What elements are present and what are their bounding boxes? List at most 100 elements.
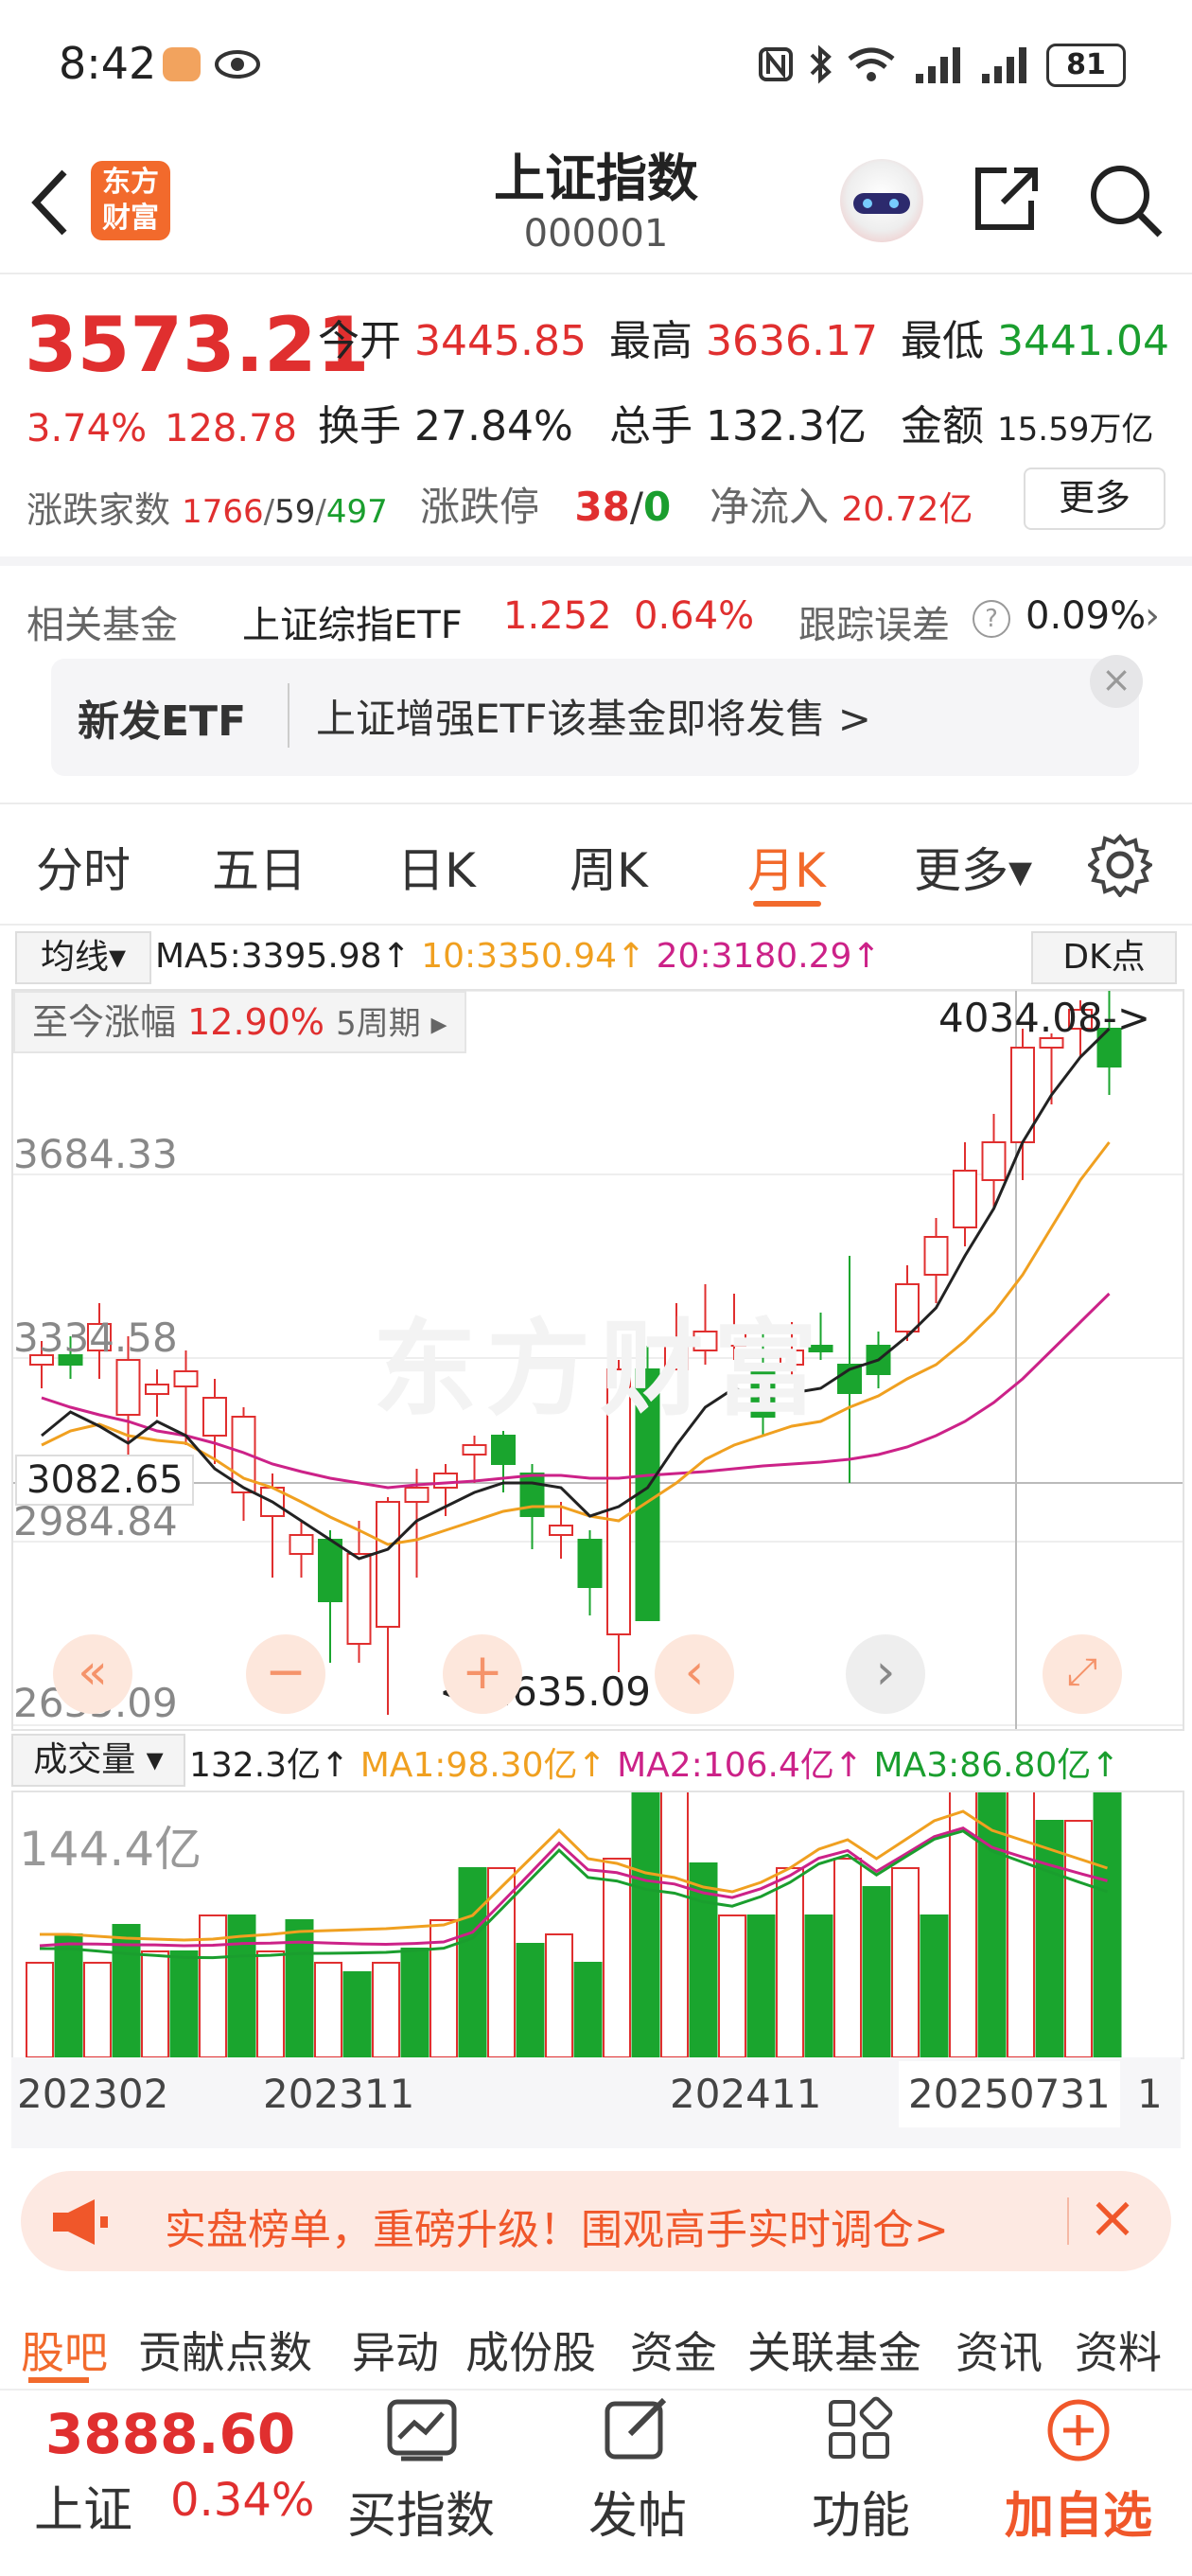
buy-index-icon[interactable] [384, 2396, 460, 2462]
kline-chart[interactable]: 东方财富 至今涨幅 12.90% 5周期 ▸ 3684.33 3334.58 2… [11, 989, 1184, 1731]
volume-bar [199, 1914, 227, 2057]
message-icon [163, 47, 201, 81]
bottom-index-name: 上证 [34, 2482, 133, 2539]
stat-label: 今开 [318, 317, 401, 365]
subtab-0[interactable]: 股吧 [21, 2319, 108, 2381]
volume-bar [141, 1950, 169, 2057]
stat-value: 3441.04 [997, 317, 1169, 365]
tab-1[interactable]: 五日 [212, 833, 307, 901]
zoom-out-icon[interactable]: − [246, 1634, 325, 1714]
stat-label: 金额 [901, 402, 984, 450]
section-gap [0, 556, 1192, 566]
net-inflow: 净流入 20.72亿 [710, 475, 973, 533]
banner-divider [288, 683, 289, 748]
assistant-avatar-icon[interactable] [840, 159, 923, 242]
subtab-4[interactable]: 资金 [630, 2319, 717, 2381]
promo-divider [1067, 2197, 1069, 2245]
x-axis: 202302 202311 202411 20250731 1 [11, 2057, 1181, 2148]
share-icon[interactable] [969, 161, 1041, 237]
y-label-1: 3684.33 [13, 1131, 178, 1177]
zoom-in-icon[interactable]: + [443, 1634, 522, 1714]
volume-bar [372, 1962, 400, 2057]
candle-body [433, 1473, 458, 1489]
banner-text: 上证增强ETF该基金即将发售 > [316, 696, 871, 742]
subtab-1[interactable]: 贡献点数 [138, 2319, 312, 2381]
candle-body [145, 1384, 169, 1395]
since-change-box[interactable]: 至今涨幅 12.90% 5周期 ▸ [13, 991, 466, 1053]
subtab-3[interactable]: 成份股 [465, 2319, 596, 2381]
volume-selector[interactable]: 成交量 ▾ [11, 1734, 185, 1787]
tab-4[interactable]: 月K [747, 833, 826, 901]
search-icon[interactable] [1086, 161, 1166, 240]
settings-gear-icon[interactable] [1088, 833, 1152, 897]
volume-bar [54, 1933, 83, 2057]
battery-icon: 81 [1046, 44, 1126, 87]
change-abs: 128.78 [165, 407, 297, 450]
subtab-2[interactable]: 异动 [352, 2319, 439, 2381]
fund-pct: 0.64% [634, 594, 755, 638]
new-fund-banner[interactable]: 新发ETF 上证增强ETF该基金即将发售 > × [51, 655, 1143, 776]
volume-bar [458, 1867, 487, 2057]
subtab-7[interactable]: 资料 [1075, 2319, 1162, 2381]
candle-body [923, 1236, 949, 1276]
promo-close-icon[interactable]: × [1088, 2182, 1137, 2251]
add-watchlist-icon[interactable] [1044, 2396, 1113, 2464]
megaphone-icon [53, 2199, 108, 2245]
zoom-far-left-icon[interactable]: « [53, 1634, 132, 1714]
help-icon[interactable]: ? [973, 600, 1010, 638]
wifi-icon [848, 47, 895, 81]
tab-0[interactable]: 分时 [36, 833, 131, 901]
volume-bar [1007, 1792, 1035, 2057]
promo-banner[interactable]: 实盘榜单，重磅升级！围观高手实时调仓> × [21, 2171, 1171, 2271]
stat-high: 最高 3636.17 [609, 307, 878, 367]
post-button[interactable]: 发帖 [562, 2476, 713, 2547]
scroll-right-icon[interactable]: › [846, 1634, 925, 1714]
ma-selector[interactable]: 均线▾ [15, 931, 151, 984]
since-value: 12.90% [187, 1001, 325, 1043]
scroll-left-icon[interactable]: ‹ [655, 1634, 734, 1714]
candle-body [462, 1444, 487, 1456]
ma5-value: MA5:3395.98↑ [155, 937, 411, 976]
volume-bar [920, 1914, 949, 2057]
function-grid-icon[interactable] [825, 2396, 897, 2462]
volume-bar [833, 1858, 862, 2057]
inflow-value: 20.72亿 [841, 490, 973, 529]
crosshair-price-label: 3082.65 [15, 1455, 195, 1506]
volume-chart[interactable]: 144.4亿 [11, 1791, 1184, 2059]
tab-5[interactable]: 更多▾ [914, 833, 1032, 901]
chevron-right-icon[interactable]: › [1145, 594, 1160, 638]
add-watchlist-button[interactable]: 加自选 [993, 2476, 1164, 2547]
fund-name[interactable]: 上证综指ETF [242, 594, 463, 649]
divider [0, 803, 1192, 804]
candle-body [953, 1170, 977, 1228]
subtab-5[interactable]: 关联基金 [747, 2319, 921, 2381]
banner-close-icon[interactable]: × [1090, 655, 1143, 708]
candle-body [491, 1435, 516, 1465]
buy-index-button[interactable]: 买指数 [341, 2476, 501, 2547]
tab-2[interactable]: 日K [397, 833, 476, 901]
candle-body [173, 1370, 199, 1387]
dk-point-button[interactable]: DK点 [1031, 931, 1177, 984]
x-crosshair-label: 20250731 [899, 2061, 1120, 2127]
back-icon[interactable] [26, 165, 74, 240]
stat-value: 3636.17 [706, 317, 878, 365]
tab-3[interactable]: 周K [570, 833, 648, 901]
stat-label: 最高 [609, 317, 692, 365]
stat-label: 最低 [901, 317, 984, 365]
app-logo: 东方 财富 [91, 161, 170, 240]
volume-bar [314, 1962, 342, 2057]
subtab-6[interactable]: 资讯 [955, 2319, 1043, 2381]
volume-bar [83, 1962, 112, 2057]
vol-ma3: MA3:86.80亿↑ [873, 1746, 1120, 1785]
stat-turnover: 换手 27.84% [318, 392, 573, 452]
fullscreen-icon[interactable]: ⤢ [1043, 1634, 1122, 1714]
volume-bar [804, 1914, 833, 2057]
status-bar: 8:42 81 [0, 0, 1192, 132]
function-button[interactable]: 功能 [785, 2476, 937, 2547]
breadth-label: 涨跌家数 [26, 489, 171, 531]
post-icon[interactable] [602, 2396, 674, 2462]
fund-price: 1.252 [503, 594, 612, 638]
signal-icon-2 [982, 47, 1026, 83]
more-button[interactable]: 更多 [1024, 468, 1166, 530]
volume-bar [746, 1914, 776, 2057]
